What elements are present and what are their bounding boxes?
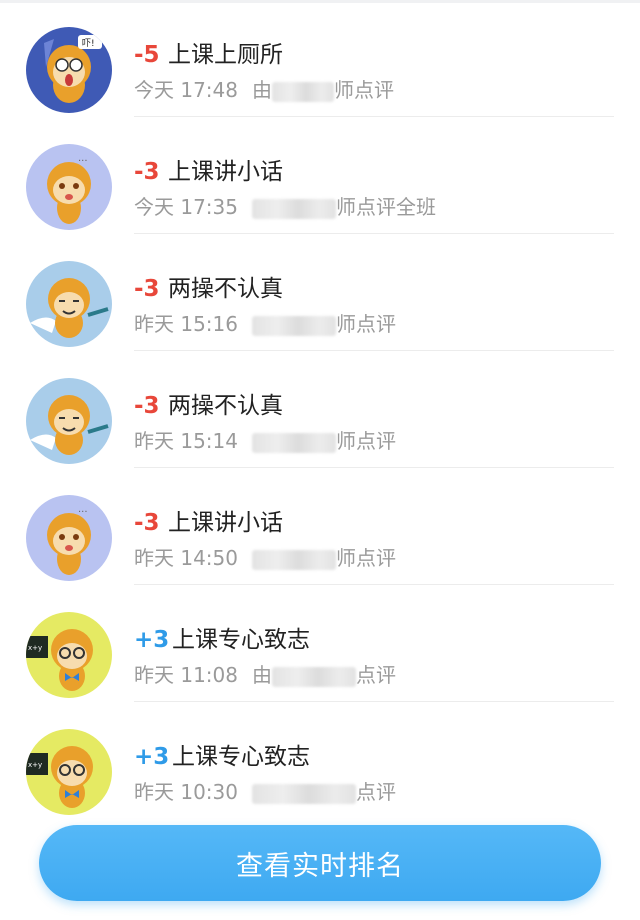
record-time: 今天 17:35 bbox=[134, 195, 238, 219]
record-reason: 上课专心致志 bbox=[172, 627, 310, 653]
record-row[interactable]: 吓! -5 上课上厕所 今天 17:48 由 师点评 bbox=[0, 0, 640, 117]
record-time: 昨天 15:16 bbox=[134, 312, 238, 336]
view-realtime-ranking-button[interactable]: 查看实时排名 bbox=[39, 825, 601, 901]
record-by: 由 bbox=[252, 663, 272, 687]
record-row[interactable]: ··· -3 上课讲小话 今天 17:35 师点评全班 bbox=[0, 117, 640, 234]
blurred-teacher-name bbox=[272, 81, 334, 102]
blurred-teacher-name bbox=[252, 783, 356, 804]
score-change: +3 bbox=[134, 627, 170, 653]
record-row[interactable]: -3 两操不认真 昨天 15:16 师点评 bbox=[0, 234, 640, 351]
score-change: -3 bbox=[134, 276, 160, 302]
score-change: -3 bbox=[134, 159, 160, 185]
svg-text:吓!: 吓! bbox=[82, 38, 95, 49]
record-meta: 昨天 10:30 点评 bbox=[134, 779, 396, 805]
blurred-teacher-name bbox=[272, 666, 356, 687]
score-record-list[interactable]: 吓! -5 上课上厕所 今天 17:48 由师点评 ··· -3 上课讲小话 今… bbox=[0, 0, 640, 819]
record-time: 昨天 15:14 bbox=[134, 429, 238, 453]
blurred-teacher-name bbox=[252, 549, 336, 570]
score-change: +3 bbox=[134, 744, 170, 770]
svg-text:x+y: x+y bbox=[28, 761, 42, 769]
record-reason: 两操不认真 bbox=[168, 276, 283, 302]
blurred-teacher-name bbox=[252, 315, 336, 336]
record-reason: 两操不认真 bbox=[168, 393, 283, 419]
score-change: -5 bbox=[134, 42, 160, 68]
record-reason: 上课上厕所 bbox=[168, 42, 283, 68]
record-meta: 昨天 15:16 师点评 bbox=[134, 311, 396, 337]
record-comment: 师点评 bbox=[336, 429, 396, 453]
record-row[interactable]: -3 两操不认真 昨天 15:14 师点评 bbox=[0, 351, 640, 468]
record-reason: 上课讲小话 bbox=[168, 510, 283, 536]
record-row[interactable]: ··· -3 上课讲小话 昨天 14:50 师点评 bbox=[0, 468, 640, 585]
monkey-studying-icon: x+y bbox=[26, 612, 112, 698]
monkey-chatting-icon: ··· bbox=[26, 495, 112, 581]
record-comment: 师点评 bbox=[336, 312, 396, 336]
record-reason: 上课讲小话 bbox=[168, 159, 283, 185]
monkey-lazy-icon bbox=[26, 378, 112, 464]
record-comment: 师点评 bbox=[336, 546, 396, 570]
record-reason: 上课专心致志 bbox=[172, 744, 310, 770]
record-comment: 师点评 bbox=[334, 78, 394, 102]
record-meta: 今天 17:48 由 师点评 bbox=[134, 77, 394, 103]
monkey-chatting-icon: ··· bbox=[26, 144, 112, 230]
record-time: 昨天 11:08 bbox=[134, 663, 238, 687]
record-row[interactable]: x+y +3 上课专心致志 昨天 10:30 点评 bbox=[0, 702, 640, 819]
blurred-teacher-name bbox=[252, 432, 336, 453]
record-comment: 点评 bbox=[356, 780, 396, 804]
record-comment: 师点评全班 bbox=[336, 195, 436, 219]
record-time: 今天 17:48 bbox=[134, 78, 238, 102]
monkey-studying-icon: x+y bbox=[26, 729, 112, 815]
record-row[interactable]: x+y +3 上课专心致志 昨天 11:08 由 点评 bbox=[0, 585, 640, 702]
record-comment: 点评 bbox=[356, 663, 396, 687]
score-change: -3 bbox=[134, 510, 160, 536]
record-meta: 昨天 11:08 由 点评 bbox=[134, 662, 396, 688]
record-meta: 今天 17:35 师点评全班 bbox=[134, 194, 436, 220]
record-meta: 昨天 15:14 师点评 bbox=[134, 428, 396, 454]
record-meta: 昨天 14:50 师点评 bbox=[134, 545, 396, 571]
blurred-teacher-name bbox=[252, 198, 336, 219]
monkey-shocked-icon: 吓! bbox=[26, 27, 112, 113]
record-by: 由 bbox=[252, 78, 272, 102]
monkey-lazy-icon bbox=[26, 261, 112, 347]
record-time: 昨天 14:50 bbox=[134, 546, 238, 570]
record-time: 昨天 10:30 bbox=[134, 780, 238, 804]
svg-text:x+y: x+y bbox=[28, 644, 42, 652]
score-change: -3 bbox=[134, 393, 160, 419]
